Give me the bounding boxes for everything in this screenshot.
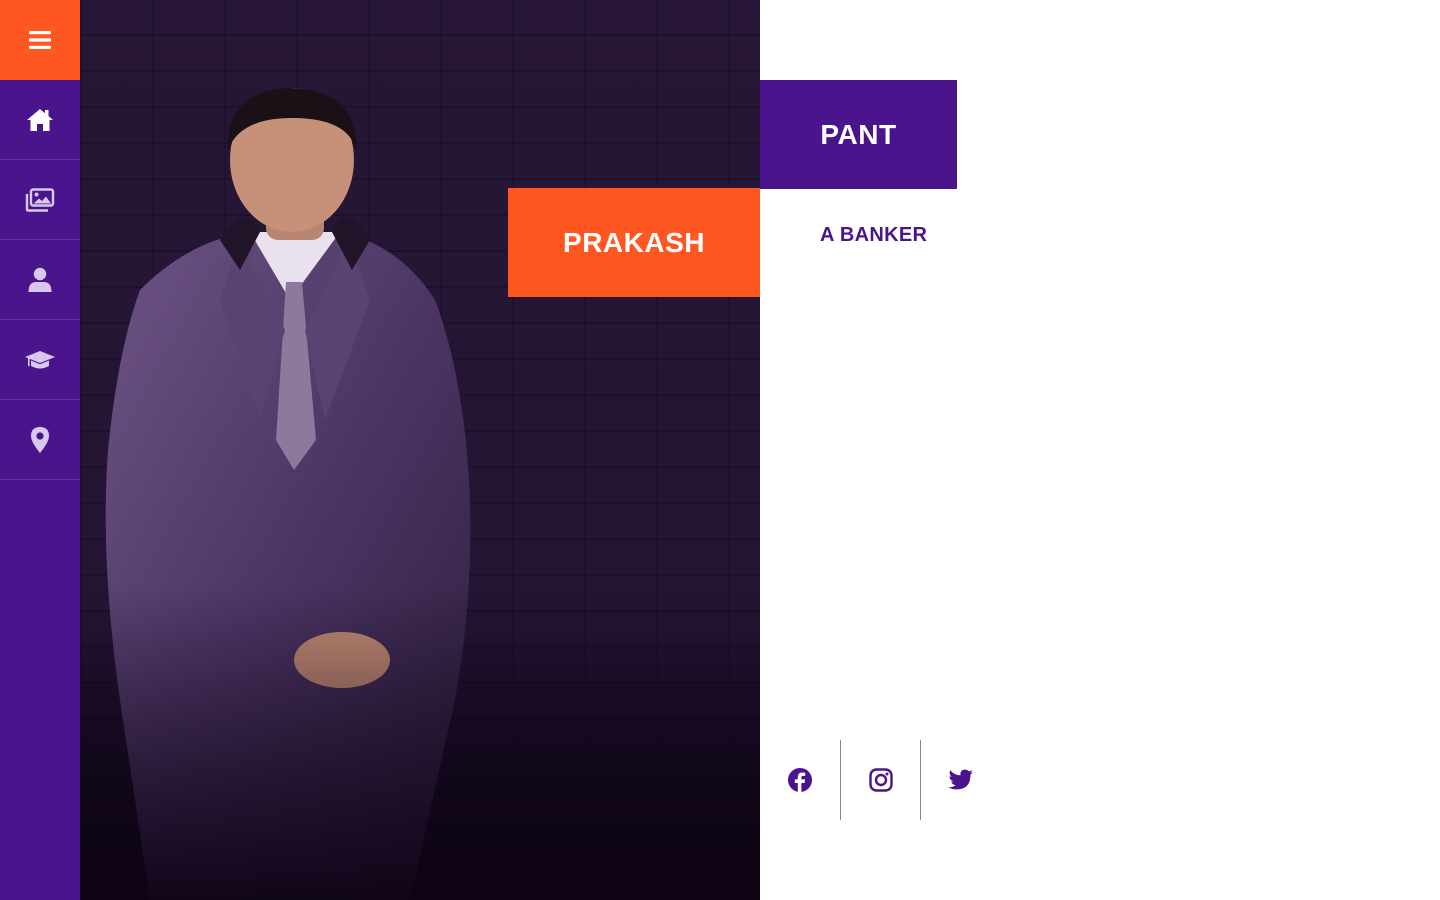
user-icon [28,267,52,292]
instagram-icon [868,768,893,792]
images-icon [25,187,55,212]
instagram-link[interactable] [840,740,920,820]
sidebar [0,0,80,900]
first-name: PRAKASH [563,226,705,258]
facebook-link[interactable] [760,740,840,820]
first-name-block: PRAKASH [508,188,760,297]
nav-item-gallery[interactable] [0,160,80,240]
twitter-icon [948,769,973,790]
graduation-cap-icon [25,350,55,368]
nav-item-education[interactable] [0,320,80,400]
nav-item-about[interactable] [0,240,80,320]
role-title: A BANKER [820,224,928,246]
last-name-block: PANT [760,80,957,189]
twitter-link[interactable] [920,740,1000,820]
hamburger-icon [29,31,51,49]
last-name: PANT [820,118,897,150]
social-links [760,740,1000,820]
map-marker-icon [31,426,49,453]
hero-image [80,0,760,900]
portrait-figure [80,0,760,900]
facebook-icon [788,768,812,793]
menu-toggle-button[interactable] [0,0,80,80]
nav-item-home[interactable] [0,80,80,160]
home-icon [27,108,53,131]
nav-item-contact[interactable] [0,400,80,480]
